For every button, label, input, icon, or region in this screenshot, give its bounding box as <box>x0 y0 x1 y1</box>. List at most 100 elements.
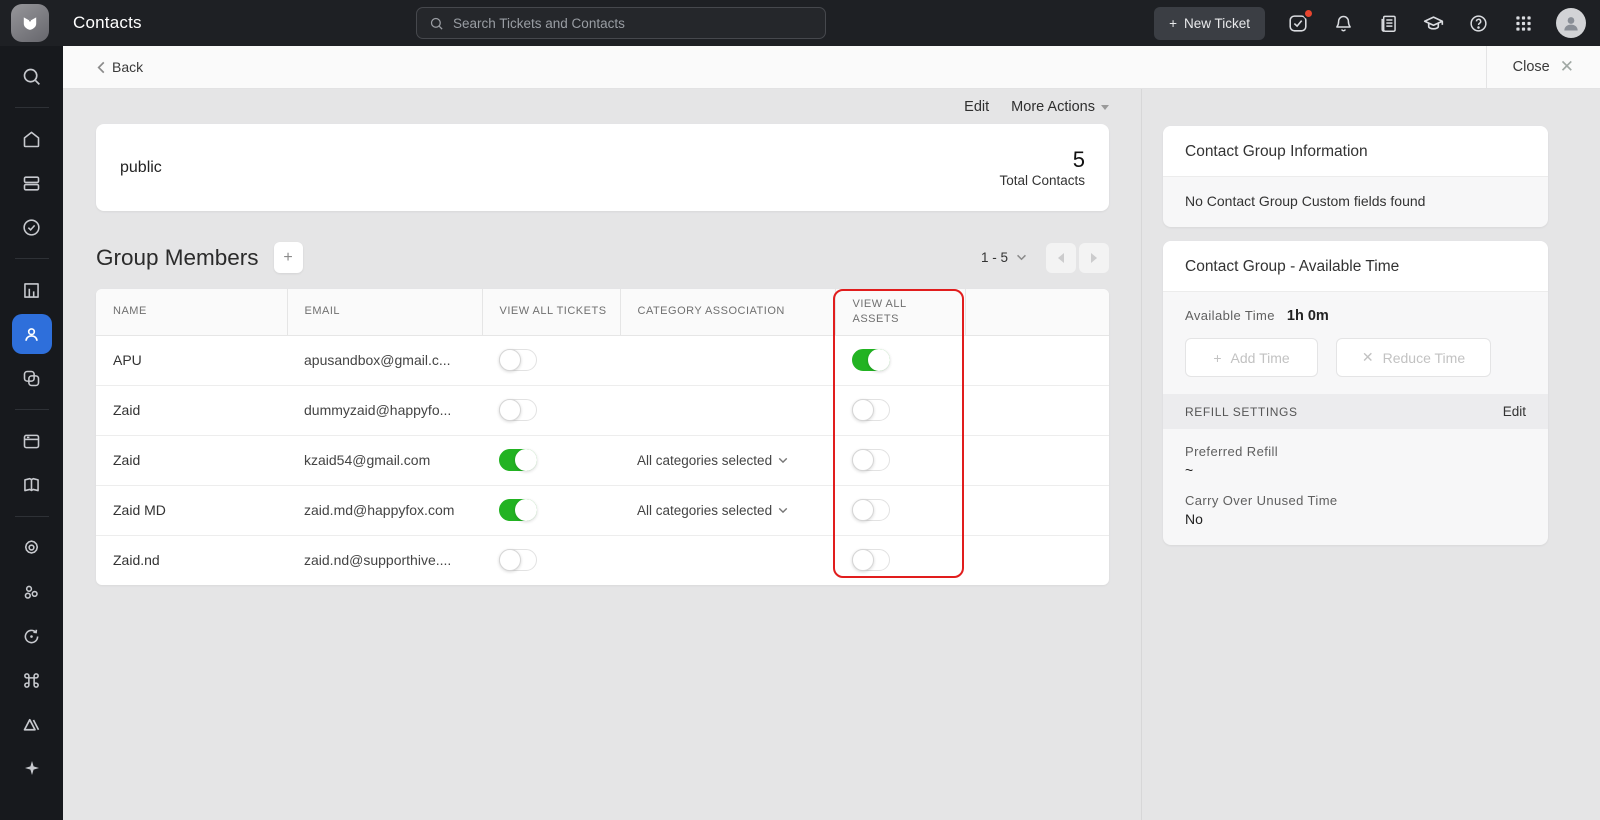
info-card-title: Contact Group Information <box>1163 126 1548 177</box>
reports-icon[interactable] <box>12 270 52 310</box>
view-all-assets-toggle[interactable] <box>852 399 890 421</box>
close-icon: ✕ <box>1560 57 1574 77</box>
view-all-tickets-toggle[interactable] <box>499 499 537 521</box>
refill-edit-button[interactable]: Edit <box>1503 404 1526 419</box>
prev-page-button[interactable] <box>1046 243 1076 273</box>
group-summary-card: public 5 Total Contacts <box>96 124 1109 211</box>
happyfox-logo-icon[interactable] <box>11 4 49 42</box>
add-time-label: Add Time <box>1231 350 1290 366</box>
tickets-icon[interactable] <box>12 163 52 203</box>
cell-email: zaid.nd@supporthive.... <box>287 535 482 585</box>
notifications-bell-icon[interactable] <box>1331 11 1355 35</box>
column-header-view-all-tickets: VIEW ALL TICKETS <box>482 289 620 335</box>
pagination: 1 - 5 <box>981 243 1109 273</box>
toggle-knob <box>868 349 890 371</box>
search-placeholder: Search Tickets and Contacts <box>453 16 625 31</box>
toggle-knob <box>515 499 537 521</box>
cell-email: dummyzaid@happyfo... <box>287 385 482 435</box>
total-contacts-label: Total Contacts <box>999 173 1085 188</box>
right-panel: Contact Group Information No Contact Gro… <box>1141 89 1600 820</box>
toggle-knob <box>852 499 874 521</box>
command-icon[interactable] <box>12 660 52 700</box>
academy-icon[interactable] <box>1421 11 1445 35</box>
view-all-assets-toggle[interactable] <box>852 499 890 521</box>
more-actions-label: More Actions <box>1011 99 1095 115</box>
table-header-row: NAME EMAIL VIEW ALL TICKETS CATEGORY ASS… <box>96 289 1109 335</box>
plus-icon: + <box>1213 350 1221 366</box>
add-member-button[interactable]: + <box>274 242 303 273</box>
sparkle-icon[interactable] <box>12 748 52 788</box>
search-icon[interactable] <box>12 56 52 96</box>
user-avatar[interactable] <box>1556 8 1586 38</box>
page-range-label: 1 - 5 <box>981 250 1008 265</box>
view-all-assets-toggle[interactable] <box>852 449 890 471</box>
plus-icon: + <box>1169 16 1177 31</box>
whats-new-icon[interactable] <box>1376 11 1400 35</box>
cell-email: zaid.md@happyfox.com <box>287 485 482 535</box>
page-title: Contacts <box>73 13 142 33</box>
field-value: ~ <box>1185 462 1526 478</box>
category-association-value: All categories selected <box>637 503 772 518</box>
available-time-value: 1h 0m <box>1287 308 1329 324</box>
group-members-header: Group Members + 1 - 5 <box>96 242 1109 273</box>
view-all-tickets-toggle[interactable] <box>499 399 537 421</box>
category-association-select[interactable]: All categories selected <box>637 453 825 468</box>
view-all-tickets-toggle[interactable] <box>499 549 537 571</box>
close-button[interactable]: Close ✕ <box>1486 46 1600 88</box>
tasks-reminder-icon[interactable] <box>1286 11 1310 35</box>
page-range-select[interactable]: 1 - 5 <box>981 250 1027 265</box>
cell-name: Zaid.nd <box>96 535 287 585</box>
ai-mountain-icon[interactable] <box>12 704 52 744</box>
toggle-knob <box>515 449 537 471</box>
available-time-label: Available Time <box>1185 308 1275 323</box>
group-members-title: Group Members <box>96 245 259 271</box>
topbar-actions: + New Ticket <box>1154 0 1586 46</box>
content-area: Edit More Actions public 5 Total Contact… <box>63 89 1600 820</box>
total-contacts-count: 5 <box>999 147 1085 173</box>
more-actions-button[interactable]: More Actions <box>1011 99 1109 115</box>
table-body: APU apusandbox@gmail.c... Zaid dummyzaid… <box>96 335 1109 585</box>
add-time-button[interactable]: + Add Time <box>1185 338 1318 377</box>
info-card-empty-message: No Contact Group Custom fields found <box>1163 177 1548 227</box>
view-all-assets-toggle[interactable] <box>852 349 890 371</box>
category-association-select[interactable]: All categories selected <box>637 503 825 518</box>
next-page-button[interactable] <box>1079 243 1109 273</box>
chevron-down-icon <box>1101 105 1109 110</box>
view-all-assets-toggle[interactable] <box>852 549 890 571</box>
cell-spacer <box>965 535 1109 585</box>
new-ticket-button[interactable]: + New Ticket <box>1154 7 1265 40</box>
column-header-view-all-assets: VIEW ALL ASSETS <box>835 289 965 335</box>
home-icon[interactable] <box>12 119 52 159</box>
table-row: Zaid dummyzaid@happyfo... <box>96 385 1109 435</box>
edit-group-button[interactable]: Edit <box>964 99 989 115</box>
cell-name: APU <box>96 335 287 385</box>
knowledge-base-icon[interactable] <box>12 465 52 505</box>
chevron-down-icon <box>778 457 788 464</box>
automations-icon[interactable] <box>12 616 52 656</box>
settings-gear-icon[interactable] <box>12 528 52 568</box>
x-icon: ✕ <box>1362 349 1374 366</box>
cell-name: Zaid <box>96 385 287 435</box>
contact-groups-icon[interactable] <box>12 358 52 398</box>
table-row: APU apusandbox@gmail.c... <box>96 335 1109 385</box>
view-all-tickets-toggle[interactable] <box>499 449 537 471</box>
field-label: Preferred Refill <box>1185 444 1526 459</box>
tasks-check-icon[interactable] <box>12 207 52 247</box>
column-header-category-association: CATEGORY ASSOCIATION <box>620 289 835 335</box>
reduce-time-button[interactable]: ✕ Reduce Time <box>1336 338 1491 377</box>
toggle-knob <box>852 449 874 471</box>
apps-grid-icon[interactable] <box>1511 11 1535 35</box>
arrow-right-icon <box>1091 253 1097 263</box>
back-label: Back <box>112 59 143 75</box>
cell-email: kzaid54@gmail.com <box>287 435 482 485</box>
refill-settings-label: REFILL SETTINGS <box>1185 405 1298 419</box>
view-all-tickets-toggle[interactable] <box>499 349 537 371</box>
assets-icon[interactable] <box>12 421 52 461</box>
back-button[interactable]: Back <box>96 59 143 75</box>
help-icon[interactable] <box>1466 11 1490 35</box>
contacts-icon[interactable] <box>12 314 52 354</box>
category-association-value: All categories selected <box>637 453 772 468</box>
global-search-input[interactable]: Search Tickets and Contacts <box>416 7 826 39</box>
divider <box>15 258 49 259</box>
integrations-icon[interactable] <box>12 572 52 612</box>
